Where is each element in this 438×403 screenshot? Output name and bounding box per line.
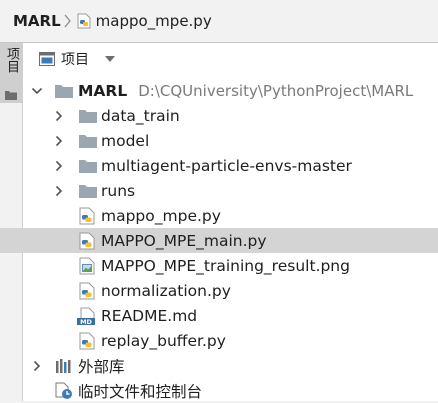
caret-down-icon[interactable] xyxy=(105,56,115,62)
folder-icon xyxy=(55,84,73,98)
tree-folder[interactable]: runs xyxy=(0,178,438,203)
python-file-icon xyxy=(79,332,95,350)
chevron-down-icon[interactable] xyxy=(31,85,43,97)
project-view-icon xyxy=(39,52,55,66)
breadcrumb-file[interactable]: mappo_mpe.py xyxy=(96,12,212,30)
folder-name: model xyxy=(101,131,150,150)
project-tool-tab-label: 项目 xyxy=(4,47,19,73)
root-folder-name: MARL xyxy=(78,81,128,100)
file-name: mappo_mpe.py xyxy=(101,206,221,225)
folder-name: multiagent-particle-envs-master xyxy=(101,156,352,175)
project-panel: 项目 MARL D:\CQUniversity\PythonProject\MAR… xyxy=(0,43,438,401)
view-selector[interactable]: 项目 xyxy=(61,49,89,69)
chevron-right-icon[interactable] xyxy=(53,160,65,172)
folder-name: runs xyxy=(101,181,136,200)
tree-file[interactable]: MAPPO_MPE_training_result.png xyxy=(0,253,438,278)
file-name: replay_buffer.py xyxy=(101,331,226,350)
tree-file[interactable]: MD README.md xyxy=(0,303,438,328)
chevron-right-icon[interactable] xyxy=(53,135,65,147)
chevron-right-icon[interactable] xyxy=(53,185,65,197)
folder-icon xyxy=(79,134,97,148)
python-file-icon xyxy=(79,232,95,250)
scratches-icon xyxy=(55,382,73,400)
md-badge: MD xyxy=(80,318,92,325)
file-name: normalization.py xyxy=(101,281,231,300)
root-folder-path: D:\CQUniversity\PythonProject\MARL xyxy=(138,81,414,100)
scratches-label: 临时文件和控制台 xyxy=(78,382,203,401)
panel-header: 项目 xyxy=(23,43,438,75)
chevron-right-icon[interactable] xyxy=(31,360,43,372)
file-name: MAPPO_MPE_training_result.png xyxy=(101,256,350,275)
folder-name: data_train xyxy=(101,106,180,125)
image-file-icon xyxy=(79,257,95,275)
tree-file[interactable]: normalization.py xyxy=(0,278,438,303)
chevron-right-icon xyxy=(64,14,72,28)
tree-file-selected[interactable]: MAPPO_MPE_main.py xyxy=(0,228,438,253)
tree-scratches[interactable]: 临时文件和控制台 xyxy=(0,378,438,403)
file-name: MAPPO_MPE_main.py xyxy=(101,231,267,250)
tree-folder[interactable]: model xyxy=(0,128,438,153)
python-file-icon xyxy=(79,282,95,300)
breadcrumb: MARL mappo_mpe.py xyxy=(0,0,438,43)
tree-external-libraries[interactable]: 外部库 xyxy=(0,353,438,378)
library-icon xyxy=(55,358,73,374)
tree-folder[interactable]: data_train xyxy=(0,103,438,128)
tree-folder[interactable]: multiagent-particle-envs-master xyxy=(0,153,438,178)
breadcrumb-project[interactable]: MARL xyxy=(13,12,61,30)
tree-file[interactable]: mappo_mpe.py xyxy=(0,203,438,228)
tree-root[interactable]: MARL D:\CQUniversity\PythonProject\MARL xyxy=(0,78,438,103)
file-name: README.md xyxy=(101,306,198,325)
folder-icon xyxy=(79,159,97,173)
markdown-file-icon: MD xyxy=(77,307,97,325)
python-file-icon xyxy=(79,207,95,225)
tree-file[interactable]: replay_buffer.py xyxy=(0,328,438,353)
folder-icon xyxy=(79,109,97,123)
chevron-right-icon[interactable] xyxy=(53,110,65,122)
python-file-icon xyxy=(76,13,92,29)
folder-icon xyxy=(79,184,97,198)
external-libraries-label: 外部库 xyxy=(78,357,125,376)
